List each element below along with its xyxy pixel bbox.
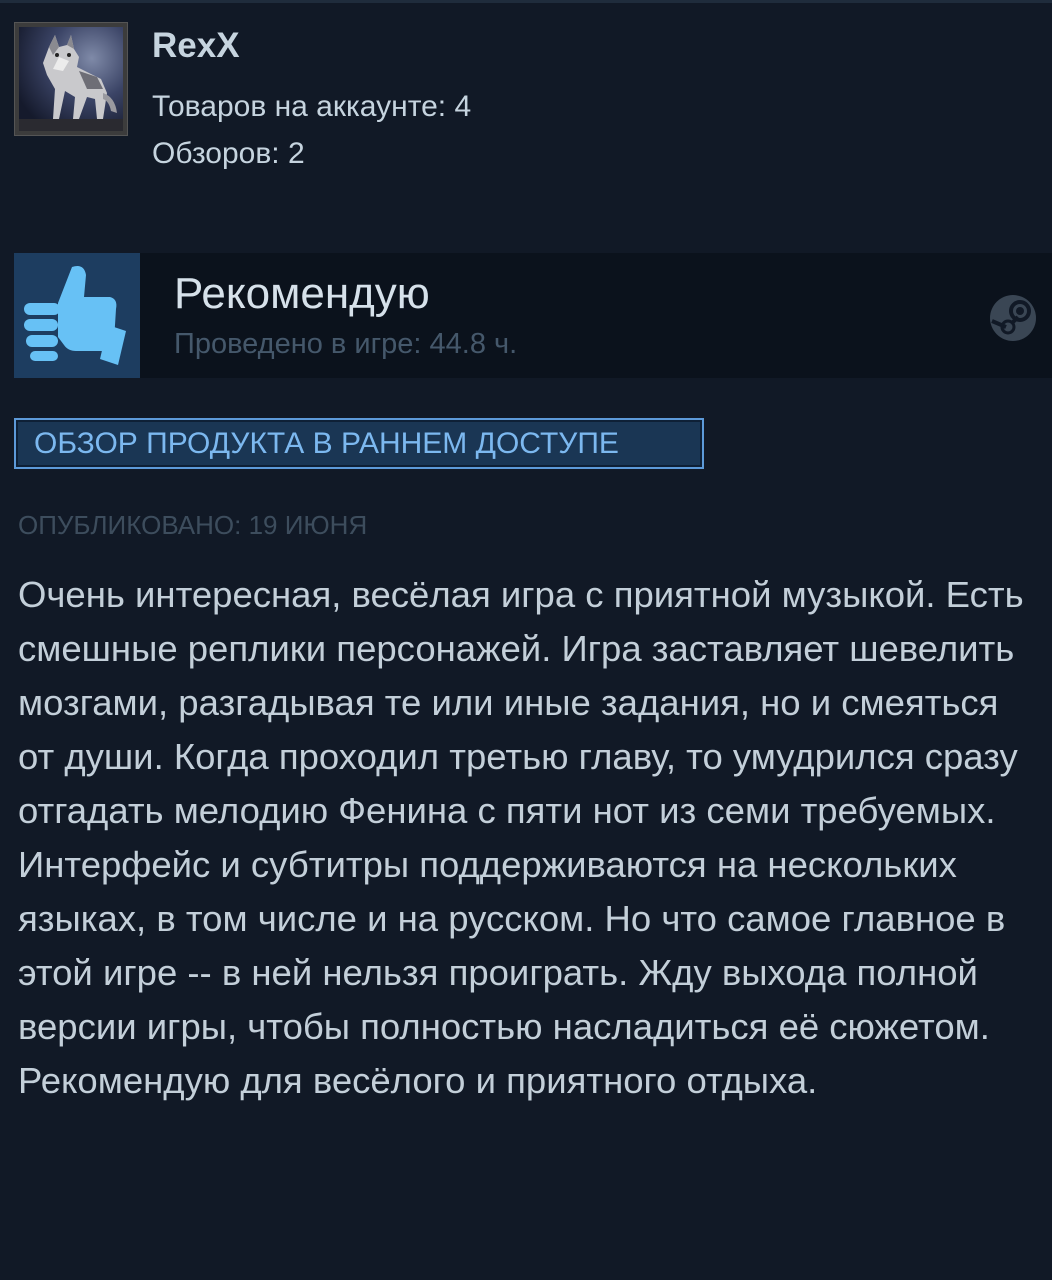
- author-name[interactable]: RexX: [152, 26, 240, 66]
- review-author: RexX Товаров на аккаунте: 4 Обзоров: 2: [14, 22, 1014, 192]
- steam-icon: [988, 293, 1038, 343]
- reviews-count[interactable]: Обзоров: 2: [152, 137, 305, 171]
- recommendation-bar: Рекомендую Проведено в игре: 44.8 ч.: [14, 253, 1052, 378]
- review-text: Очень интересная, весёлая игра с приятно…: [18, 574, 1024, 1101]
- products-count[interactable]: Товаров на аккаунте: 4: [152, 90, 471, 124]
- avatar[interactable]: [14, 22, 128, 136]
- wolf-avatar-icon: [19, 27, 123, 131]
- posted-date: ОПУБЛИКОВАНО: 19 ИЮНЯ: [18, 510, 368, 540]
- early-access-badge: ОБЗОР ПРОДУКТА В РАННЕМ ДОСТУПЕ: [14, 418, 704, 469]
- recommendation-title[interactable]: Рекомендую: [174, 269, 430, 319]
- top-divider: [0, 0, 1052, 3]
- thumb-box: [14, 253, 140, 378]
- playtime: Проведено в игре: 44.8 ч.: [174, 328, 518, 360]
- thumbs-up-icon: [24, 266, 126, 365]
